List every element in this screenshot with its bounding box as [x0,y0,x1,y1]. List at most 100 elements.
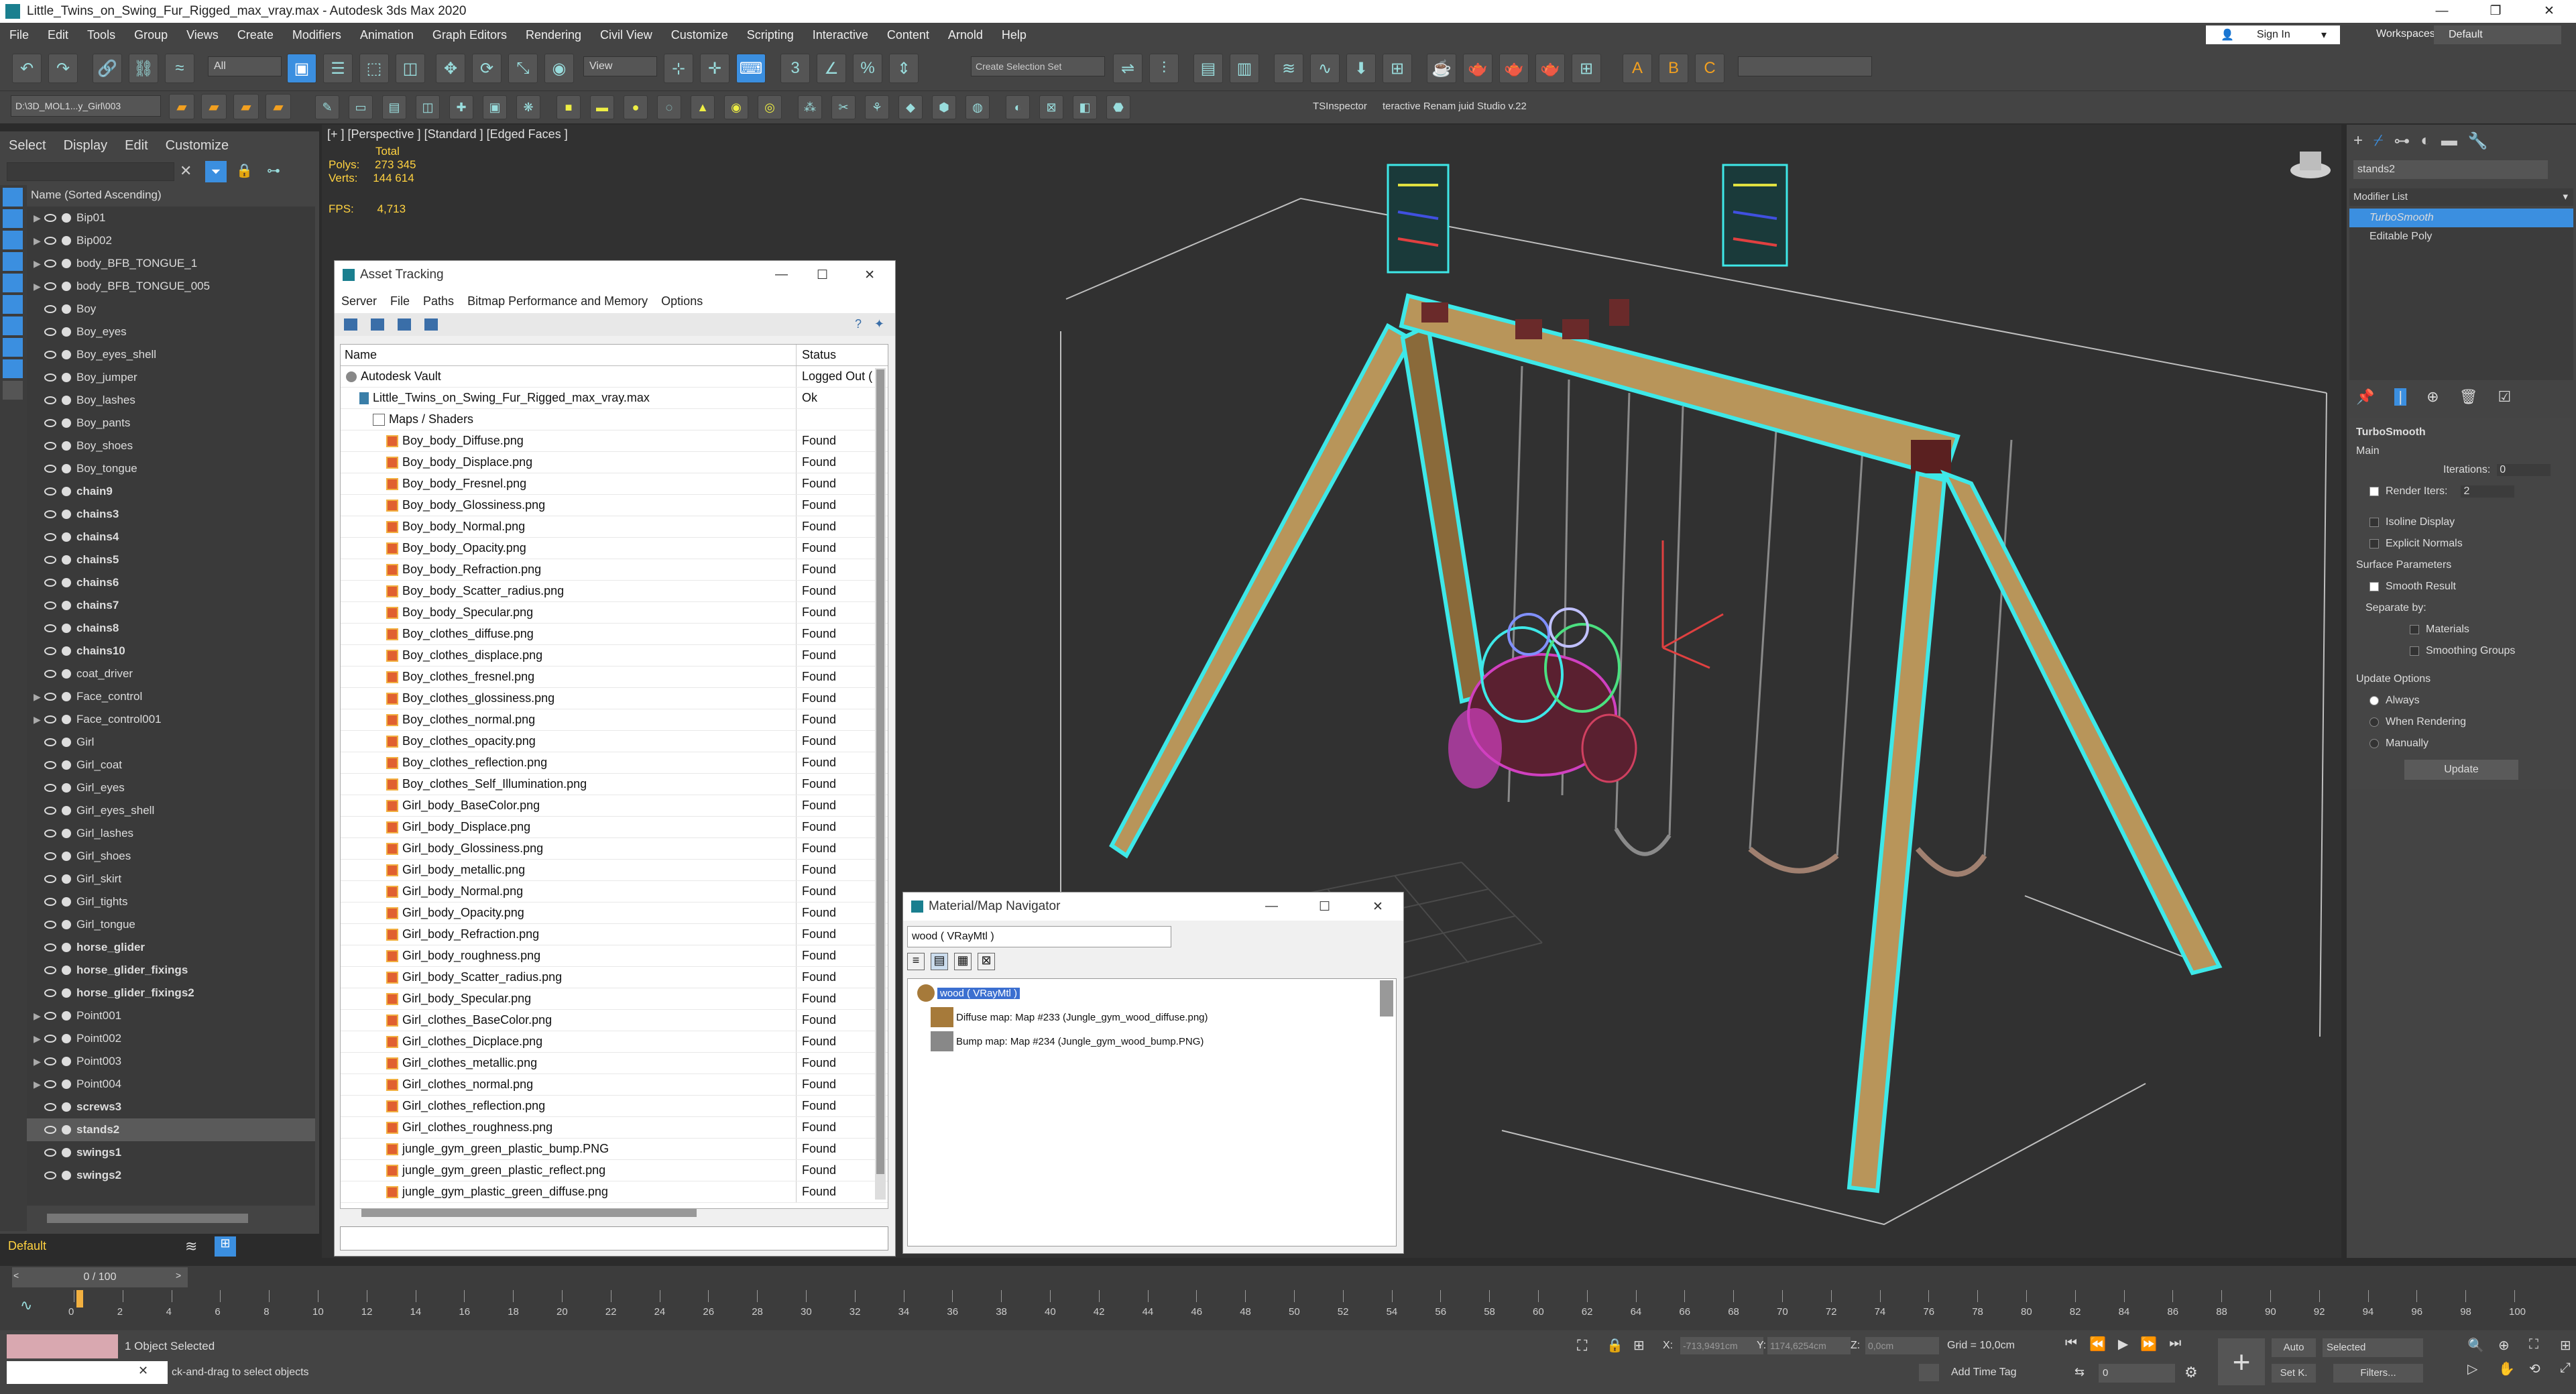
asset-tool-c-icon[interactable] [398,318,411,331]
zoom-all-icon[interactable]: ⊕ [2498,1337,2522,1354]
filter-shapes-icon[interactable] [3,209,23,228]
visibility-eye-icon[interactable] [44,487,56,496]
tool-u-icon[interactable]: ⊠ [1039,95,1063,119]
workspaces-dropdown[interactable]: Default [2434,25,2561,44]
asset-row[interactable]: Boy_body_Opacity.png Found [341,538,888,559]
mat-close-button[interactable]: ✕ [1372,899,1383,915]
current-frame-field[interactable]: 0 [2099,1364,2175,1383]
ribbon-icon[interactable]: ▥ [1230,54,1259,83]
time-config-icon[interactable]: ⚙ [2184,1364,2198,1381]
asset-row[interactable]: Boy_body_Specular.png Found [341,602,888,624]
asset-row[interactable]: Boy_clothes_opacity.png Found [341,731,888,752]
mini-close-icon[interactable]: ✕ [138,1364,148,1378]
menu-file[interactable]: File [0,28,38,42]
asset-menu-bitmap[interactable]: Bitmap Performance and Memory [461,294,654,308]
move-icon[interactable]: ✥ [436,54,465,83]
asset-row[interactable]: Boy_clothes_displace.png Found [341,645,888,666]
display-tab-icon[interactable]: ▬ [2441,131,2457,151]
materials-checkbox[interactable] [2410,625,2419,634]
visibility-eye-icon[interactable] [44,875,56,883]
modifier-list-dropdown[interactable]: Modifier List ▾ [2349,188,2573,206]
iterations-spinner[interactable]: 0 [2497,464,2551,476]
minimize-button[interactable]: — [2415,0,2469,23]
redo-icon[interactable]: ↷ [48,54,78,83]
ts-inspector-button[interactable]: TSInspector [1313,101,1367,112]
visibility-eye-icon[interactable] [44,647,56,655]
scene-tab-edit[interactable]: Edit [116,138,156,154]
visibility-eye-icon[interactable] [44,328,56,336]
field-of-view-icon[interactable]: ▷ [2467,1360,2492,1377]
asset-row[interactable]: Boy_clothes_fresnel.png Found [341,666,888,688]
tool-i-icon[interactable]: ● [624,95,648,119]
scene-explorer-icon[interactable]: ⊞ [215,1236,236,1257]
scene-item[interactable]: Boy_shoes [27,434,315,457]
layers-icon[interactable]: ≋ [185,1238,197,1255]
menu-edit[interactable]: Edit [38,28,78,42]
expand-arrow-icon[interactable]: ▶ [34,281,42,292]
scene-item[interactable]: chains4 [27,526,315,548]
render-activeshade-icon[interactable]: 🫖 [1535,54,1565,83]
when-rendering-radio[interactable] [2369,717,2379,727]
asset-row[interactable]: Boy_body_Refraction.png Found [341,559,888,581]
motion-tab-icon[interactable]: ◐ [2420,131,2431,151]
asset-row[interactable]: Girl_clothes_BaseColor.png Found [341,1010,888,1031]
window-crossing-icon[interactable]: ◫ [396,54,425,83]
scene-item[interactable]: ▶ Point003 [27,1050,315,1073]
tool-a-icon[interactable]: ▭ [349,95,373,119]
render-cloud-icon[interactable]: ⊞ [1572,54,1601,83]
x-coordinate-field[interactable]: -713,9491cm [1680,1337,1763,1354]
asset-row[interactable]: Boy_body_Normal.png Found [341,516,888,538]
tool-r-icon[interactable]: ⬢ [932,95,956,119]
tool-v-icon[interactable]: ◧ [1073,95,1097,119]
asset-row[interactable]: Boy_clothes_Self_Illumination.png Found [341,774,888,795]
asset-row[interactable]: Girl_body_Normal.png Found [341,881,888,903]
object-name-field[interactable]: stands2 [2353,160,2548,179]
clear-search-icon[interactable]: ✕ [180,162,192,180]
scene-item[interactable]: Boy_pants [27,412,315,434]
project-path-dropdown[interactable]: D:\3D_MOL1...y_Girl\003 [11,95,161,117]
sign-in-dropdown[interactable]: 👤 Sign In ▾ [2206,25,2340,44]
scene-item[interactable]: ▶ Face_control001 [27,708,315,731]
asset-tracking-titlebar[interactable]: Asset Tracking — ☐ ✕ [335,261,895,289]
curve-editor-mini-icon[interactable]: ∿ [20,1297,32,1314]
scene-item[interactable]: Girl_tights [27,890,315,913]
scene-item[interactable]: chains5 [27,548,315,571]
visibility-eye-icon[interactable] [44,556,56,564]
keyboard-shortcut-icon[interactable]: ⌨ [736,54,766,83]
material-name-field[interactable]: wood ( VRayMtl ) [907,926,1171,947]
render-iters-spinner[interactable]: 2 [2461,485,2515,498]
menu-content[interactable]: Content [878,28,939,42]
pan-icon[interactable]: ✋ [2498,1360,2522,1377]
visibility-eye-icon[interactable] [44,738,56,746]
visibility-eye-icon[interactable] [44,1012,56,1020]
scene-item[interactable]: Girl_skirt [27,868,315,890]
scene-item[interactable]: chains10 [27,640,315,662]
asset-row[interactable]: Boy_clothes_reflection.png Found [341,752,888,774]
z-coordinate-field[interactable]: 0,0cm [1865,1337,1939,1354]
isolate-selection-icon[interactable]: ⛶ [1577,1337,1587,1354]
large-icons-icon[interactable]: ⊠ [978,953,996,970]
scene-item[interactable]: chain9 [27,480,315,503]
menu-civil-view[interactable]: Civil View [591,28,662,42]
filter-helpers-icon[interactable] [3,274,23,292]
visibility-eye-icon[interactable] [44,1103,56,1111]
select-manipulate-icon[interactable]: ✛ [700,54,729,83]
zoom-icon[interactable]: 🔍 [2467,1337,2492,1354]
visibility-eye-icon[interactable] [44,351,56,359]
scale-icon[interactable]: ⤡ [508,54,538,83]
menu-scripting[interactable]: Scripting [738,28,803,42]
visibility-eye-icon[interactable] [44,784,56,792]
visibility-eye-icon[interactable] [44,601,56,609]
scene-item[interactable]: Girl_coat [27,754,315,776]
percent-snap-icon[interactable]: % [853,54,882,83]
scene-item[interactable]: horse_glider [27,936,315,959]
menu-help[interactable]: Help [992,28,1036,42]
manually-radio[interactable] [2369,739,2379,748]
expand-arrow-icon[interactable]: ▶ [34,691,42,703]
paint-icon[interactable]: ✎ [315,95,339,119]
hierarchy-tab-icon[interactable]: ⊶ [2394,131,2410,151]
key-filters-button[interactable]: Filters... [2333,1364,2423,1383]
scene-item[interactable]: stands2 [27,1118,315,1141]
asset-tool-a-icon[interactable] [344,318,357,331]
render-iterative-icon[interactable]: 🫖 [1499,54,1529,83]
